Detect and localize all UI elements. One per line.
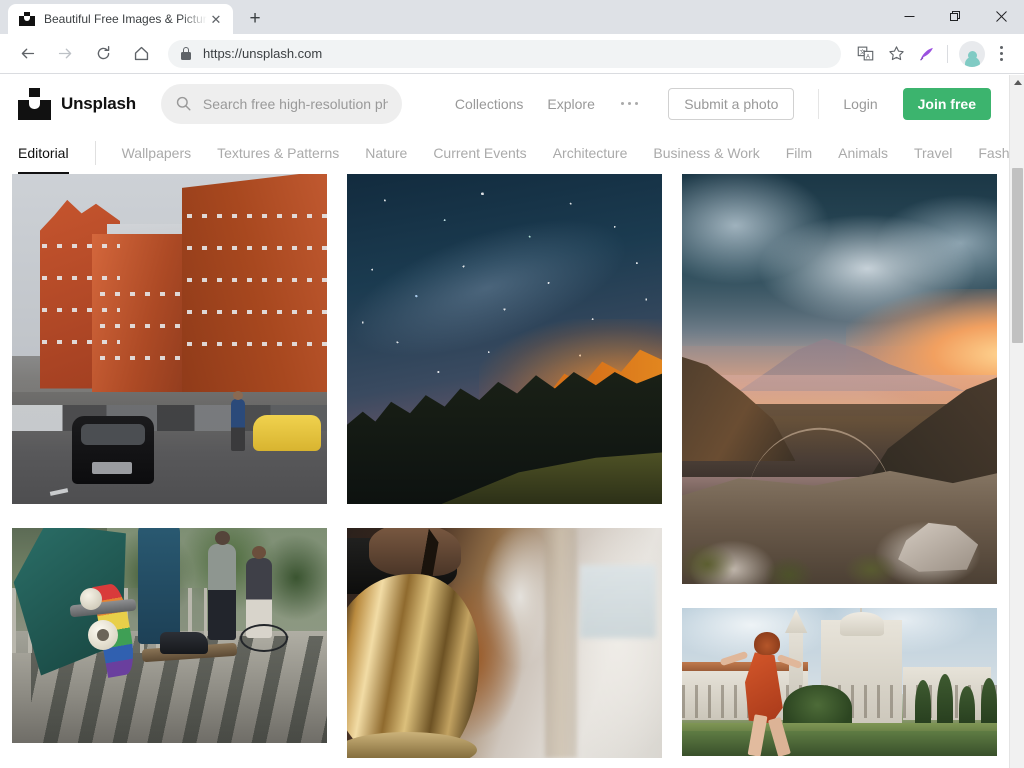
tab-textures-patterns[interactable]: Textures & Patterns <box>217 132 339 174</box>
browser-titlebar: Beautiful Free Images & Pictures ✕ + <box>0 0 1024 34</box>
tab-architecture[interactable]: Architecture <box>553 132 628 174</box>
star-icon[interactable] <box>883 41 909 67</box>
join-free-button[interactable]: Join free <box>902 87 991 120</box>
category-tabs: Editorial Wallpapers Textures & Patterns… <box>0 132 1009 174</box>
photo-grid <box>0 174 1009 758</box>
address-bar[interactable]: https://unsplash.com <box>168 39 841 68</box>
tab-fashion[interactable]: Fashi <box>978 132 1009 174</box>
photo-starry-forest[interactable] <box>347 174 662 504</box>
restore-icon[interactable] <box>932 0 978 32</box>
photo-coffee-kettle[interactable] <box>347 528 662 758</box>
new-tab-button[interactable]: + <box>241 5 269 33</box>
close-icon[interactable] <box>978 0 1024 32</box>
svg-text:文: 文 <box>859 48 865 56</box>
window-controls <box>886 0 1024 32</box>
forward-arrow-icon[interactable] <box>51 40 79 68</box>
nav-link-collections[interactable]: Collections <box>455 96 523 112</box>
lock-icon <box>180 46 192 61</box>
back-arrow-icon[interactable] <box>13 40 41 68</box>
minimize-icon[interactable] <box>886 0 932 32</box>
three-dot-menu-icon[interactable] <box>988 41 1014 67</box>
unsplash-wordmark[interactable]: Unsplash <box>61 94 136 114</box>
page-scrollbar[interactable] <box>1009 75 1024 768</box>
site-nav: Collections Explore <box>455 96 640 112</box>
header-actions: Submit a photo Login Join free <box>668 87 991 120</box>
translate-icon[interactable]: 文 A <box>852 41 878 67</box>
tab-wallpapers[interactable]: Wallpapers <box>122 132 192 174</box>
browser-window: Beautiful Free Images & Pictures ✕ + htt… <box>0 0 1024 768</box>
search-icon <box>175 95 192 112</box>
home-icon[interactable] <box>127 40 155 68</box>
tab-title: Beautiful Free Images & Pictures <box>44 12 207 26</box>
photo-column-1 <box>12 174 327 758</box>
login-link[interactable]: Login <box>843 96 877 112</box>
browser-tab[interactable]: Beautiful Free Images & Pictures ✕ <box>8 4 233 34</box>
photo-column-3 <box>682 174 997 758</box>
site-header: Unsplash Collections Explore <box>0 75 1009 132</box>
toolbar-divider <box>947 44 948 63</box>
submit-photo-button[interactable]: Submit a photo <box>668 87 795 120</box>
tab-current-events[interactable]: Current Events <box>433 132 526 174</box>
tab-business-work[interactable]: Business & Work <box>653 132 759 174</box>
photo-skate-park[interactable] <box>12 528 327 743</box>
scrollbar-thumb[interactable] <box>1012 168 1023 343</box>
tabs-divider <box>94 141 96 165</box>
unsplash-favicon-icon <box>19 11 35 27</box>
photo-mountain-sunset[interactable] <box>682 174 997 584</box>
tab-travel[interactable]: Travel <box>914 132 952 174</box>
avatar-icon[interactable] <box>959 40 985 67</box>
tab-film[interactable]: Film <box>786 132 812 174</box>
nav-link-explore[interactable]: Explore <box>547 96 594 112</box>
photo-column-2 <box>347 174 662 758</box>
svg-text:A: A <box>866 55 870 61</box>
more-menu-icon[interactable] <box>619 98 641 110</box>
reload-icon[interactable] <box>89 40 117 68</box>
photo-london-street[interactable] <box>12 174 327 504</box>
tab-animals[interactable]: Animals <box>838 132 888 174</box>
unsplash-page: Unsplash Collections Explore <box>0 75 1009 768</box>
quill-pen-icon[interactable] <box>914 41 940 67</box>
page-viewport: Unsplash Collections Explore <box>0 75 1024 768</box>
tab-nature[interactable]: Nature <box>365 132 407 174</box>
search-input[interactable] <box>202 83 388 124</box>
address-bar-url: https://unsplash.com <box>203 46 323 61</box>
close-tab-icon[interactable]: ✕ <box>207 10 225 28</box>
scroll-up-arrow-icon[interactable] <box>1010 75 1024 90</box>
photo-lisbon-monastery[interactable] <box>682 608 997 756</box>
unsplash-logo-icon[interactable] <box>18 87 51 120</box>
tab-editorial[interactable]: Editorial <box>18 132 69 174</box>
search-bar[interactable] <box>160 83 402 124</box>
header-divider <box>818 88 820 119</box>
browser-toolbar: https://unsplash.com 文 A <box>0 34 1024 74</box>
